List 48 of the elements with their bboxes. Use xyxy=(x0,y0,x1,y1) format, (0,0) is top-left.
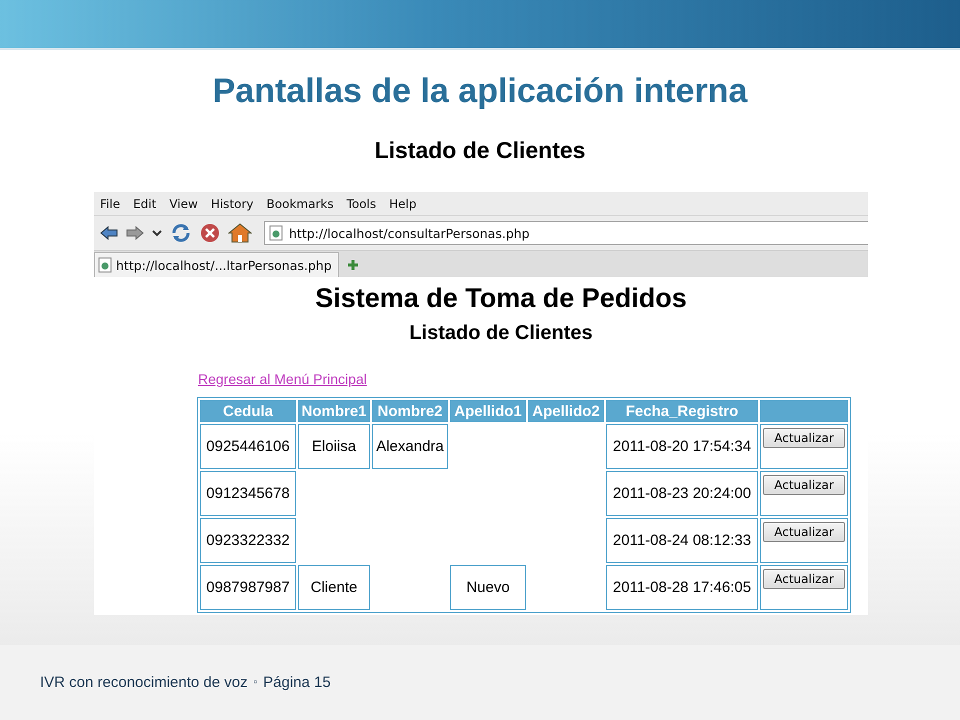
page-subheading: Listado de Clientes xyxy=(409,322,593,345)
new-tab-plus-icon[interactable] xyxy=(346,259,359,271)
column-header: Fecha_Registro xyxy=(606,400,758,422)
menu-item[interactable]: History xyxy=(210,196,254,210)
table-cell: 0923322332 xyxy=(200,518,296,563)
menu-item[interactable]: View xyxy=(169,196,198,210)
table-cell: 2011-08-23 20:24:00 xyxy=(606,471,758,516)
column-header: Apellido2 xyxy=(528,400,604,422)
caret-icon[interactable] xyxy=(152,229,162,237)
forward-arrow-icon[interactable] xyxy=(126,225,144,241)
back-link[interactable]: Regresar al Menú Principal xyxy=(198,371,367,387)
table-cell: Nuevo xyxy=(450,565,526,610)
table-cell: Eloiisa xyxy=(298,424,370,469)
table-cell: 0912345678 xyxy=(200,471,296,516)
menu-item[interactable]: Help xyxy=(389,196,416,210)
menu-item[interactable]: Tools xyxy=(346,196,376,210)
update-button[interactable]: Actualizar xyxy=(763,428,845,448)
stop-icon[interactable] xyxy=(200,223,220,243)
table-cell: 2011-08-28 17:46:05 xyxy=(606,565,758,610)
update-button[interactable]: Actualizar xyxy=(763,522,845,542)
column-header: Nombre1 xyxy=(298,400,370,422)
table-cell: 0925446106 xyxy=(200,424,296,469)
update-button[interactable]: Actualizar xyxy=(763,569,845,589)
slide-title: Pantallas de la aplicación interna xyxy=(212,72,749,111)
column-header: Apellido1 xyxy=(450,400,526,422)
menu-item[interactable]: Edit xyxy=(133,196,156,210)
column-header: Cedula xyxy=(200,400,296,422)
table-cell: 2011-08-24 08:12:33 xyxy=(606,518,758,563)
table-cell: 2011-08-20 17:54:34 xyxy=(606,424,758,469)
menu-item[interactable]: Bookmarks xyxy=(266,196,334,210)
browser-tab[interactable]: http://localhost/...ltarPersonas.php xyxy=(94,252,339,277)
slide-subtitle: Listado de Clientes xyxy=(374,137,586,164)
page-heading: Sistema de Toma de Pedidos xyxy=(315,283,687,314)
reload-icon[interactable] xyxy=(170,223,192,243)
table-cell: Cliente xyxy=(298,565,370,610)
page-number: Página 15 xyxy=(263,674,331,691)
column-header: Nombre2 xyxy=(372,400,448,422)
page-icon xyxy=(269,225,283,241)
address-bar[interactable]: http://localhost/consultarPersonas.php xyxy=(264,221,868,245)
footer-separator: ▫ xyxy=(254,677,258,688)
page-icon xyxy=(98,257,112,273)
table-cell: Alexandra xyxy=(372,424,448,469)
table-cell: 0987987987 xyxy=(200,565,296,610)
update-button[interactable]: Actualizar xyxy=(763,475,845,495)
menu-item[interactable]: File xyxy=(100,196,120,210)
footer-text: IVR con reconocimiento de voz xyxy=(40,674,248,691)
back-arrow-icon[interactable] xyxy=(100,225,118,241)
home-icon[interactable] xyxy=(228,223,252,243)
